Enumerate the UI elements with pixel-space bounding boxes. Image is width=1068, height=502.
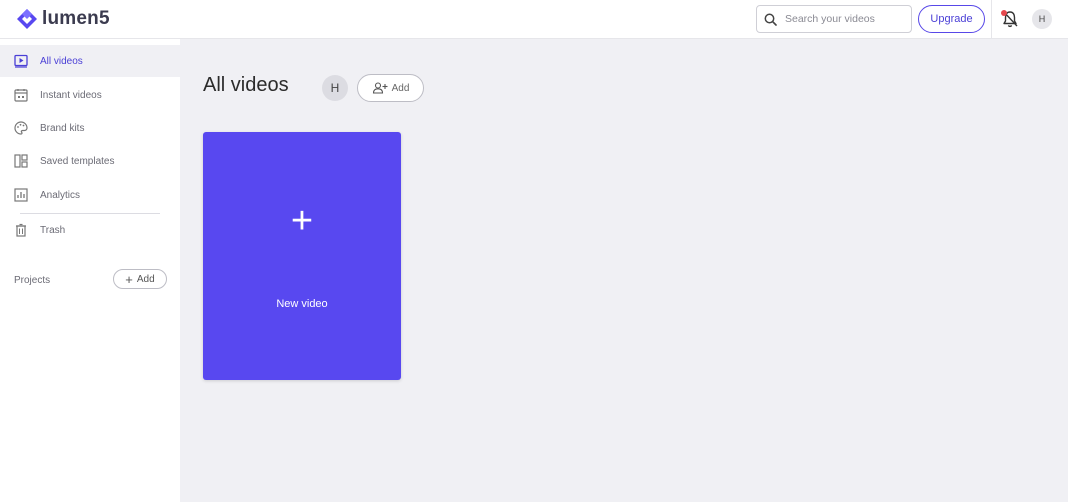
add-member-label: Add — [391, 82, 410, 94]
lumen5-logo-icon — [17, 9, 37, 29]
sidebar-item-all-videos[interactable]: All videos — [0, 45, 180, 77]
upgrade-button[interactable]: Upgrade — [918, 5, 985, 33]
add-member-button[interactable]: Add — [357, 74, 424, 102]
user-avatar[interactable]: H — [1032, 9, 1052, 29]
new-video-card[interactable]: + New video — [203, 132, 401, 380]
sidebar-item-instant-videos[interactable]: Instant videos — [0, 79, 180, 111]
sidebar-item-label: Analytics — [40, 189, 81, 201]
logo[interactable]: lumen5 — [16, 8, 110, 30]
projects-label: Projects — [14, 275, 51, 286]
search-box[interactable] — [756, 5, 912, 33]
sidebar-item-label: All videos — [40, 55, 83, 67]
sidebar-item-label: Saved templates — [40, 155, 115, 167]
top-bar: lumen5 Upgrade H — [0, 0, 1068, 39]
add-user-icon — [372, 82, 388, 94]
calendar-icon — [14, 88, 28, 102]
palette-icon — [14, 121, 28, 135]
template-icon — [14, 154, 28, 168]
search-input[interactable] — [785, 13, 903, 25]
sidebar: All videos Instant videos Brand kits Sav… — [0, 39, 180, 502]
logo-text: lumen5 — [42, 8, 110, 29]
sidebar-item-label: Instant videos — [40, 89, 102, 101]
member-avatar[interactable]: H — [322, 75, 348, 101]
plus-icon: + — [290, 200, 314, 242]
page-title: All videos — [203, 74, 289, 96]
bell-icon[interactable] — [1001, 9, 1019, 29]
new-video-label: New video — [276, 298, 328, 310]
play-square-icon — [14, 54, 28, 68]
plus-icon: + — [125, 271, 133, 287]
sidebar-item-brand-kits[interactable]: Brand kits — [0, 112, 180, 144]
sidebar-item-trash[interactable]: Trash — [0, 214, 180, 246]
sidebar-item-label: Brand kits — [40, 122, 85, 134]
search-icon — [764, 13, 777, 26]
sidebar-item-saved-templates[interactable]: Saved templates — [0, 145, 180, 177]
trash-icon — [14, 223, 28, 237]
analytics-icon — [14, 188, 28, 202]
add-project-button[interactable]: + Add — [113, 269, 167, 289]
add-project-label: Add — [136, 273, 155, 285]
sidebar-item-label: Trash — [40, 224, 66, 236]
sidebar-item-analytics[interactable]: Analytics — [0, 179, 180, 211]
notification-dot — [1001, 10, 1007, 16]
topbar-divider — [991, 0, 992, 39]
